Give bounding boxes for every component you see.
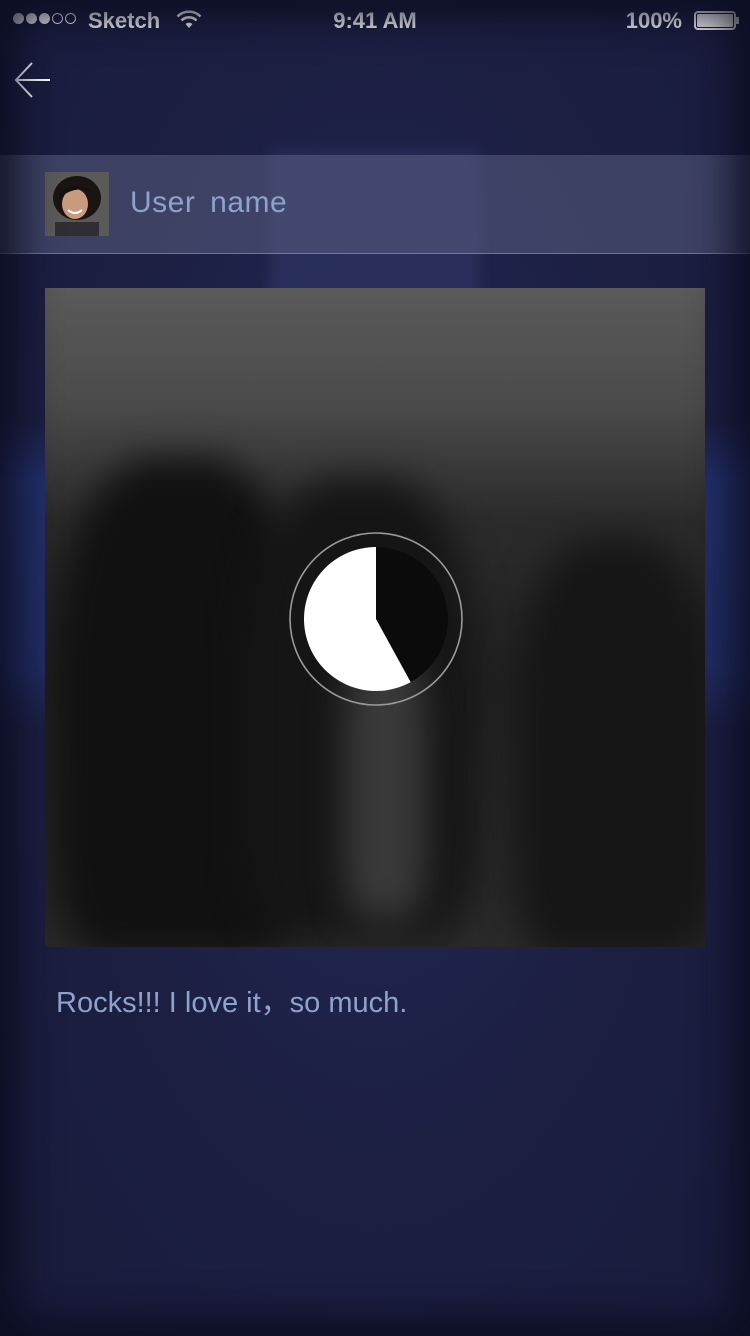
- user-avatar-image: [45, 172, 109, 236]
- user-header[interactable]: User name: [0, 155, 750, 254]
- app-screen: Sketch 9:41 AM 100% User name Rocks!!! I…: [0, 0, 750, 1336]
- battery-percent: 100%: [625, 8, 682, 33]
- blurred-figure: [515, 538, 705, 947]
- username[interactable]: User name: [130, 186, 287, 220]
- media-preview[interactable]: [45, 288, 705, 947]
- back-button[interactable]: [8, 56, 58, 106]
- arrow-left-icon: [14, 62, 50, 98]
- post-caption: Rocks!!! I love it，so much.: [56, 987, 408, 1019]
- battery-icon: [694, 11, 739, 30]
- avatar[interactable]: [45, 172, 109, 236]
- status-bar: Sketch 9:41 AM 100%: [0, 0, 750, 42]
- loading-progress-icon[interactable]: [289, 532, 463, 706]
